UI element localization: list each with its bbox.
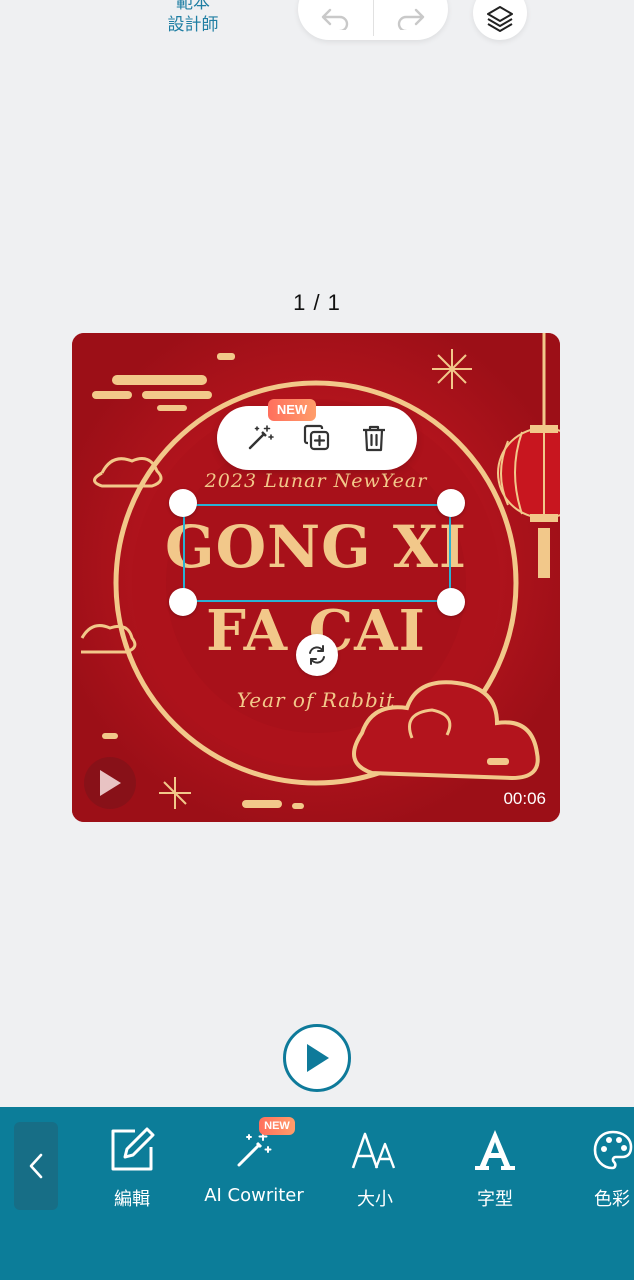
ctx-new-badge: NEW <box>268 399 316 421</box>
resize-handle-top-left[interactable] <box>169 489 197 517</box>
tool-font[interactable]: 字型 <box>440 1123 550 1211</box>
tool-ai-cowriter-label: AI Cowriter <box>204 1185 304 1206</box>
redo-icon <box>397 8 424 30</box>
play-icon <box>100 770 121 796</box>
video-duration: 00:06 <box>503 789 546 808</box>
canvas-preview-play-button[interactable] <box>84 757 136 809</box>
ai-magic-button[interactable] <box>240 418 280 458</box>
tool-color[interactable]: 色彩 <box>560 1123 634 1211</box>
tool-edit[interactable]: 編輯 <box>77 1123 187 1211</box>
duplicate-icon <box>303 424 330 451</box>
undo-redo-group <box>298 0 448 40</box>
layers-button[interactable] <box>473 0 527 40</box>
template-designer-label[interactable]: 範本 設計師 <box>150 0 236 36</box>
tool-color-label: 色彩 <box>594 1189 630 1210</box>
font-size-icon <box>351 1132 396 1169</box>
resize-handle-top-right[interactable] <box>437 489 465 517</box>
tool-edit-label: 編輯 <box>114 1189 150 1210</box>
template-label-line1: 範本 <box>176 0 210 13</box>
tool-ai-cowriter[interactable]: NEW AI Cowriter <box>199 1117 309 1206</box>
delete-button[interactable] <box>354 418 394 458</box>
tool-size[interactable]: 大小 <box>320 1123 430 1211</box>
tool-size-label: 大小 <box>357 1189 393 1210</box>
element-context-toolbar <box>217 406 417 470</box>
template-label-line2: 設計師 <box>167 15 219 35</box>
tool-font-label: 字型 <box>477 1189 513 1210</box>
magic-wand-icon <box>237 1132 272 1167</box>
undo-button[interactable] <box>298 0 373 40</box>
toolbar-back-button[interactable] <box>14 1122 58 1210</box>
canvas-text-lunar-new-year[interactable]: 2023 Lunar NewYear <box>72 470 560 492</box>
play-icon <box>307 1044 329 1072</box>
font-icon <box>475 1130 515 1170</box>
trash-icon <box>363 425 386 452</box>
magic-wand-icon <box>248 425 274 450</box>
rotate-handle[interactable] <box>296 634 338 676</box>
edit-icon <box>111 1127 155 1171</box>
rotate-icon <box>309 645 325 665</box>
preview-play-button[interactable] <box>283 1024 351 1092</box>
resize-handle-bottom-left[interactable] <box>169 588 197 616</box>
palette-icon <box>593 1130 633 1170</box>
selection-box <box>183 504 451 602</box>
page-indicator: 1 / 1 <box>293 290 341 315</box>
layers-icon <box>487 6 513 32</box>
undo-icon <box>322 8 349 30</box>
ai-cowriter-new-badge: NEW <box>259 1117 295 1135</box>
design-canvas[interactable]: 2023 Lunar NewYear GONG XI FA CAI Year o… <box>72 333 560 822</box>
redo-button[interactable] <box>374 0 449 40</box>
resize-handle-bottom-right[interactable] <box>437 588 465 616</box>
chevron-left-icon <box>29 1153 43 1179</box>
duplicate-button[interactable] <box>297 418 337 458</box>
bottom-toolbar: 編輯 NEW AI Cowriter 大小 字型 色彩 <box>0 1107 634 1280</box>
canvas-text-year-of-rabbit[interactable]: Year of Rabbit <box>72 688 560 712</box>
